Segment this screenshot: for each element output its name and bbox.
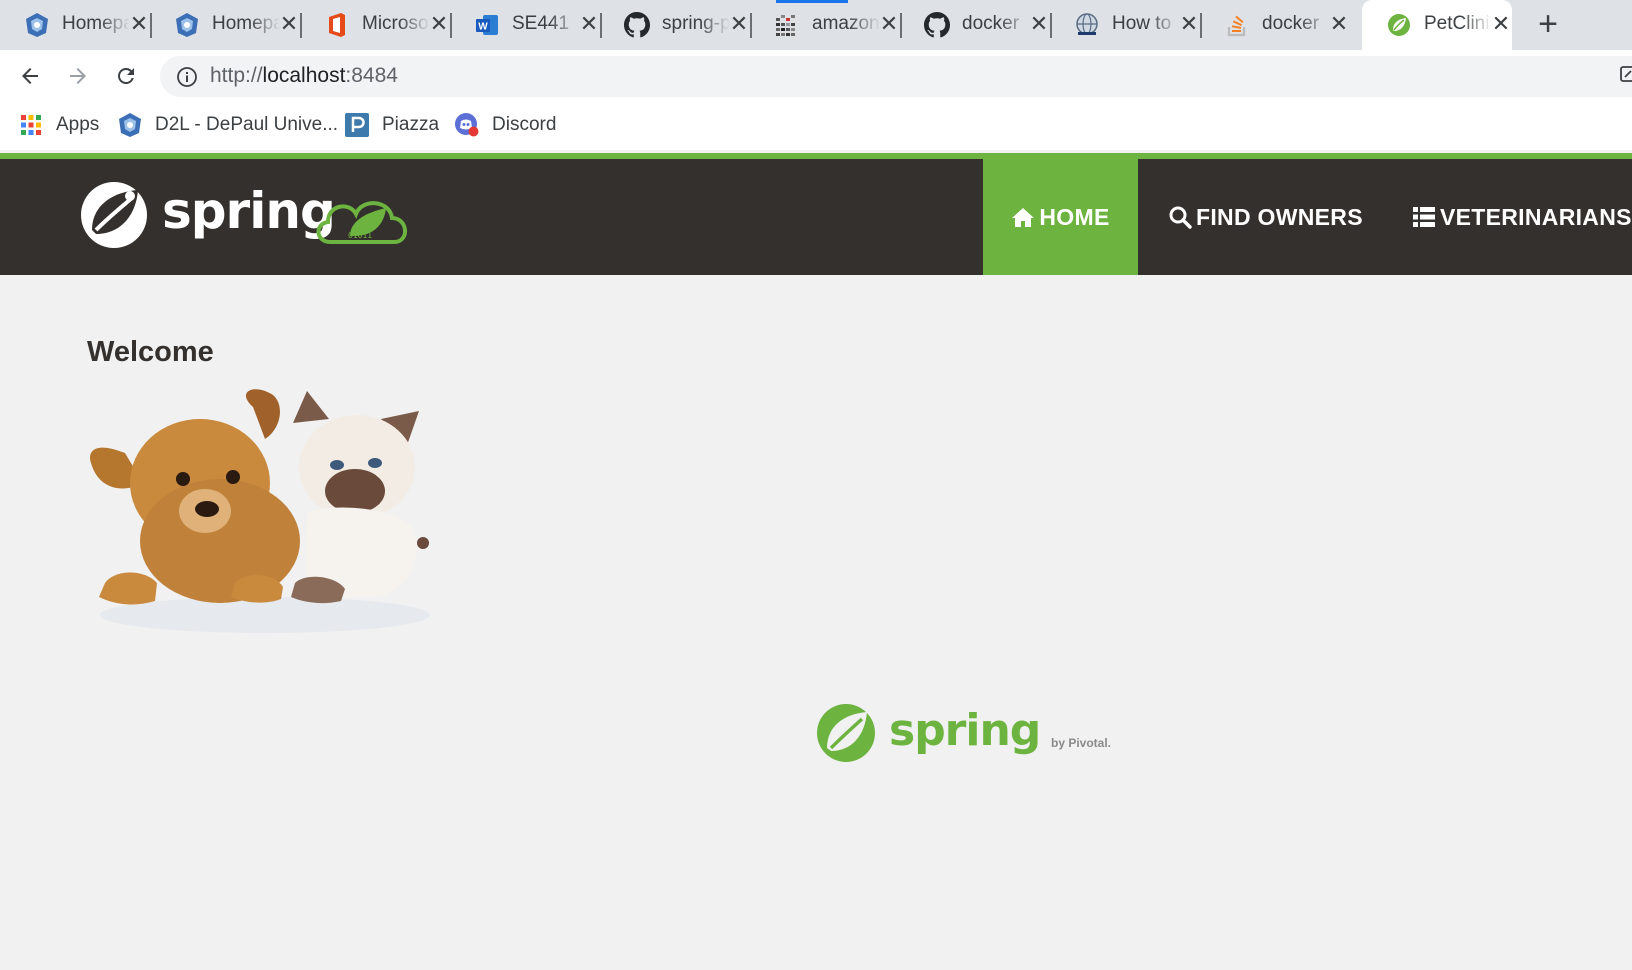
- url-port: :8484: [345, 64, 398, 87]
- close-icon[interactable]: ✕: [1490, 12, 1512, 36]
- pets-image: [85, 383, 438, 635]
- close-icon[interactable]: ✕: [278, 12, 300, 36]
- spring-swirl-icon: [81, 182, 147, 248]
- tab-title: Homepage: [62, 13, 130, 34]
- nav-label: FIND OWNERS: [1196, 203, 1363, 230]
- nav-label: HOME: [1039, 203, 1110, 230]
- globe-icon: [1074, 12, 1100, 38]
- discord-icon: [454, 112, 480, 138]
- close-icon[interactable]: ✕: [728, 12, 750, 36]
- arrow-left-icon: [22, 68, 38, 84]
- home-icon: [1011, 205, 1035, 229]
- back-button[interactable]: [14, 60, 46, 92]
- close-icon[interactable]: ✕: [1328, 12, 1350, 36]
- url-host: localhost: [262, 64, 346, 87]
- page-title: Welcome: [87, 336, 214, 368]
- install-app-icon[interactable]: [1619, 63, 1632, 85]
- kitten-illustration: [291, 391, 429, 604]
- list-icon: [1412, 205, 1436, 229]
- info-icon[interactable]: [176, 66, 198, 88]
- tab-spring-petclinic-github[interactable]: spring-petclinic ✕: [600, 0, 752, 50]
- arrow-right-icon: [70, 68, 86, 84]
- bookmark-label: D2L - DePaul Unive...: [155, 114, 339, 135]
- new-tab-button[interactable]: +: [1531, 7, 1565, 42]
- nav-home[interactable]: HOME: [983, 159, 1138, 275]
- bookmark-piazza[interactable]: Piazza: [344, 112, 439, 138]
- reload-icon: [118, 68, 134, 84]
- search-icon: [1168, 205, 1192, 229]
- svg-text:spring: spring: [889, 705, 1040, 756]
- svg-text:by Pivotal.: by Pivotal.: [1051, 736, 1111, 750]
- puppy-illustration: [90, 389, 300, 605]
- tab-how-to[interactable]: How to ✕: [1050, 0, 1202, 50]
- tab-microsoft-office[interactable]: Microsoft Office ✕: [300, 0, 452, 50]
- svg-text:01011: 01011: [348, 231, 372, 240]
- close-icon[interactable]: ✕: [1178, 12, 1200, 36]
- d2l-icon: [24, 12, 50, 38]
- tab-title: amazon: [812, 13, 880, 34]
- tab-title: PetClinic: [1424, 13, 1492, 34]
- nav-find-owners[interactable]: FIND OWNERS: [1168, 159, 1363, 275]
- piazza-icon: [344, 112, 370, 138]
- tab-title: docker: [1262, 13, 1320, 34]
- word-icon: W: [474, 12, 500, 38]
- tab-title: docker: [962, 13, 1020, 34]
- close-icon[interactable]: ✕: [128, 12, 150, 36]
- d2l-icon: [174, 12, 200, 38]
- forward-button[interactable]: [62, 60, 94, 92]
- close-icon[interactable]: ✕: [428, 12, 450, 36]
- close-icon[interactable]: ✕: [578, 12, 600, 36]
- url-text[interactable]: http://localhost:8484: [210, 64, 398, 88]
- tab-title: Homepage: [212, 13, 280, 34]
- tab-docker-github[interactable]: docker ✕: [900, 0, 1052, 50]
- stackoverflow-icon: [1224, 12, 1250, 38]
- github-icon: [624, 12, 650, 38]
- bookmark-label: Apps: [56, 114, 100, 135]
- svg-text:W: W: [478, 22, 488, 33]
- spring-leaf-icon: [1386, 12, 1412, 38]
- reload-button[interactable]: [110, 60, 142, 92]
- tab-title: spring-petclinic: [662, 13, 730, 34]
- tab-petclinic[interactable]: PetClinic ✕: [1362, 0, 1512, 50]
- nav-label: VETERINARIANS: [1440, 203, 1632, 230]
- nav-veterinarians[interactable]: VETERINARIANS: [1412, 159, 1632, 275]
- github-icon: [924, 12, 950, 38]
- spring-brand-logo[interactable]: spring 01011: [78, 176, 424, 254]
- tab-docker-stackoverflow[interactable]: docker ✕: [1200, 0, 1350, 50]
- tab-homepage-1[interactable]: Homepage ✕: [0, 0, 152, 50]
- bookmarks-bar: Apps D2L - DePaul Unive... Piazza Discor…: [0, 100, 1632, 150]
- apps-grid-icon: [18, 112, 44, 138]
- aws-icon: [774, 12, 800, 38]
- office-icon: [324, 12, 350, 38]
- spring-by-pivotal-logo: spring by Pivotal.: [816, 700, 1116, 770]
- bookmark-label: Piazza: [382, 114, 440, 135]
- tab-title: Microsoft Office: [362, 13, 430, 34]
- tab-title: SE441: [512, 13, 570, 34]
- app-navbar: spring 01011 HOME FIND OWNERS VETERINARI…: [0, 159, 1632, 275]
- bookmark-discord[interactable]: Discord: [454, 112, 556, 138]
- address-bar[interactable]: http://localhost:8484: [160, 56, 1632, 97]
- tab-homepage-2[interactable]: Homepage ✕: [150, 0, 302, 50]
- tab-se441[interactable]: W SE441 ✕: [450, 0, 602, 50]
- browser-toolbar: http://localhost:8484: [0, 50, 1632, 100]
- bookmark-d2l[interactable]: D2L - DePaul Unive...: [117, 112, 338, 138]
- tab-amazon[interactable]: amazon ✕: [750, 0, 902, 50]
- tab-title: How to: [1112, 13, 1172, 34]
- spring-swirl-icon: [817, 704, 875, 762]
- close-icon[interactable]: ✕: [1028, 12, 1050, 36]
- bookmark-apps[interactable]: Apps: [18, 112, 99, 138]
- url-scheme: http://: [210, 64, 263, 87]
- svg-text:spring: spring: [162, 182, 335, 240]
- close-icon[interactable]: ✕: [878, 12, 900, 36]
- tab-strip: Homepage ✕ Homepage ✕ Microsoft Office ✕…: [0, 0, 1632, 50]
- d2l-icon: [117, 112, 143, 138]
- bookmark-label: Discord: [492, 114, 557, 135]
